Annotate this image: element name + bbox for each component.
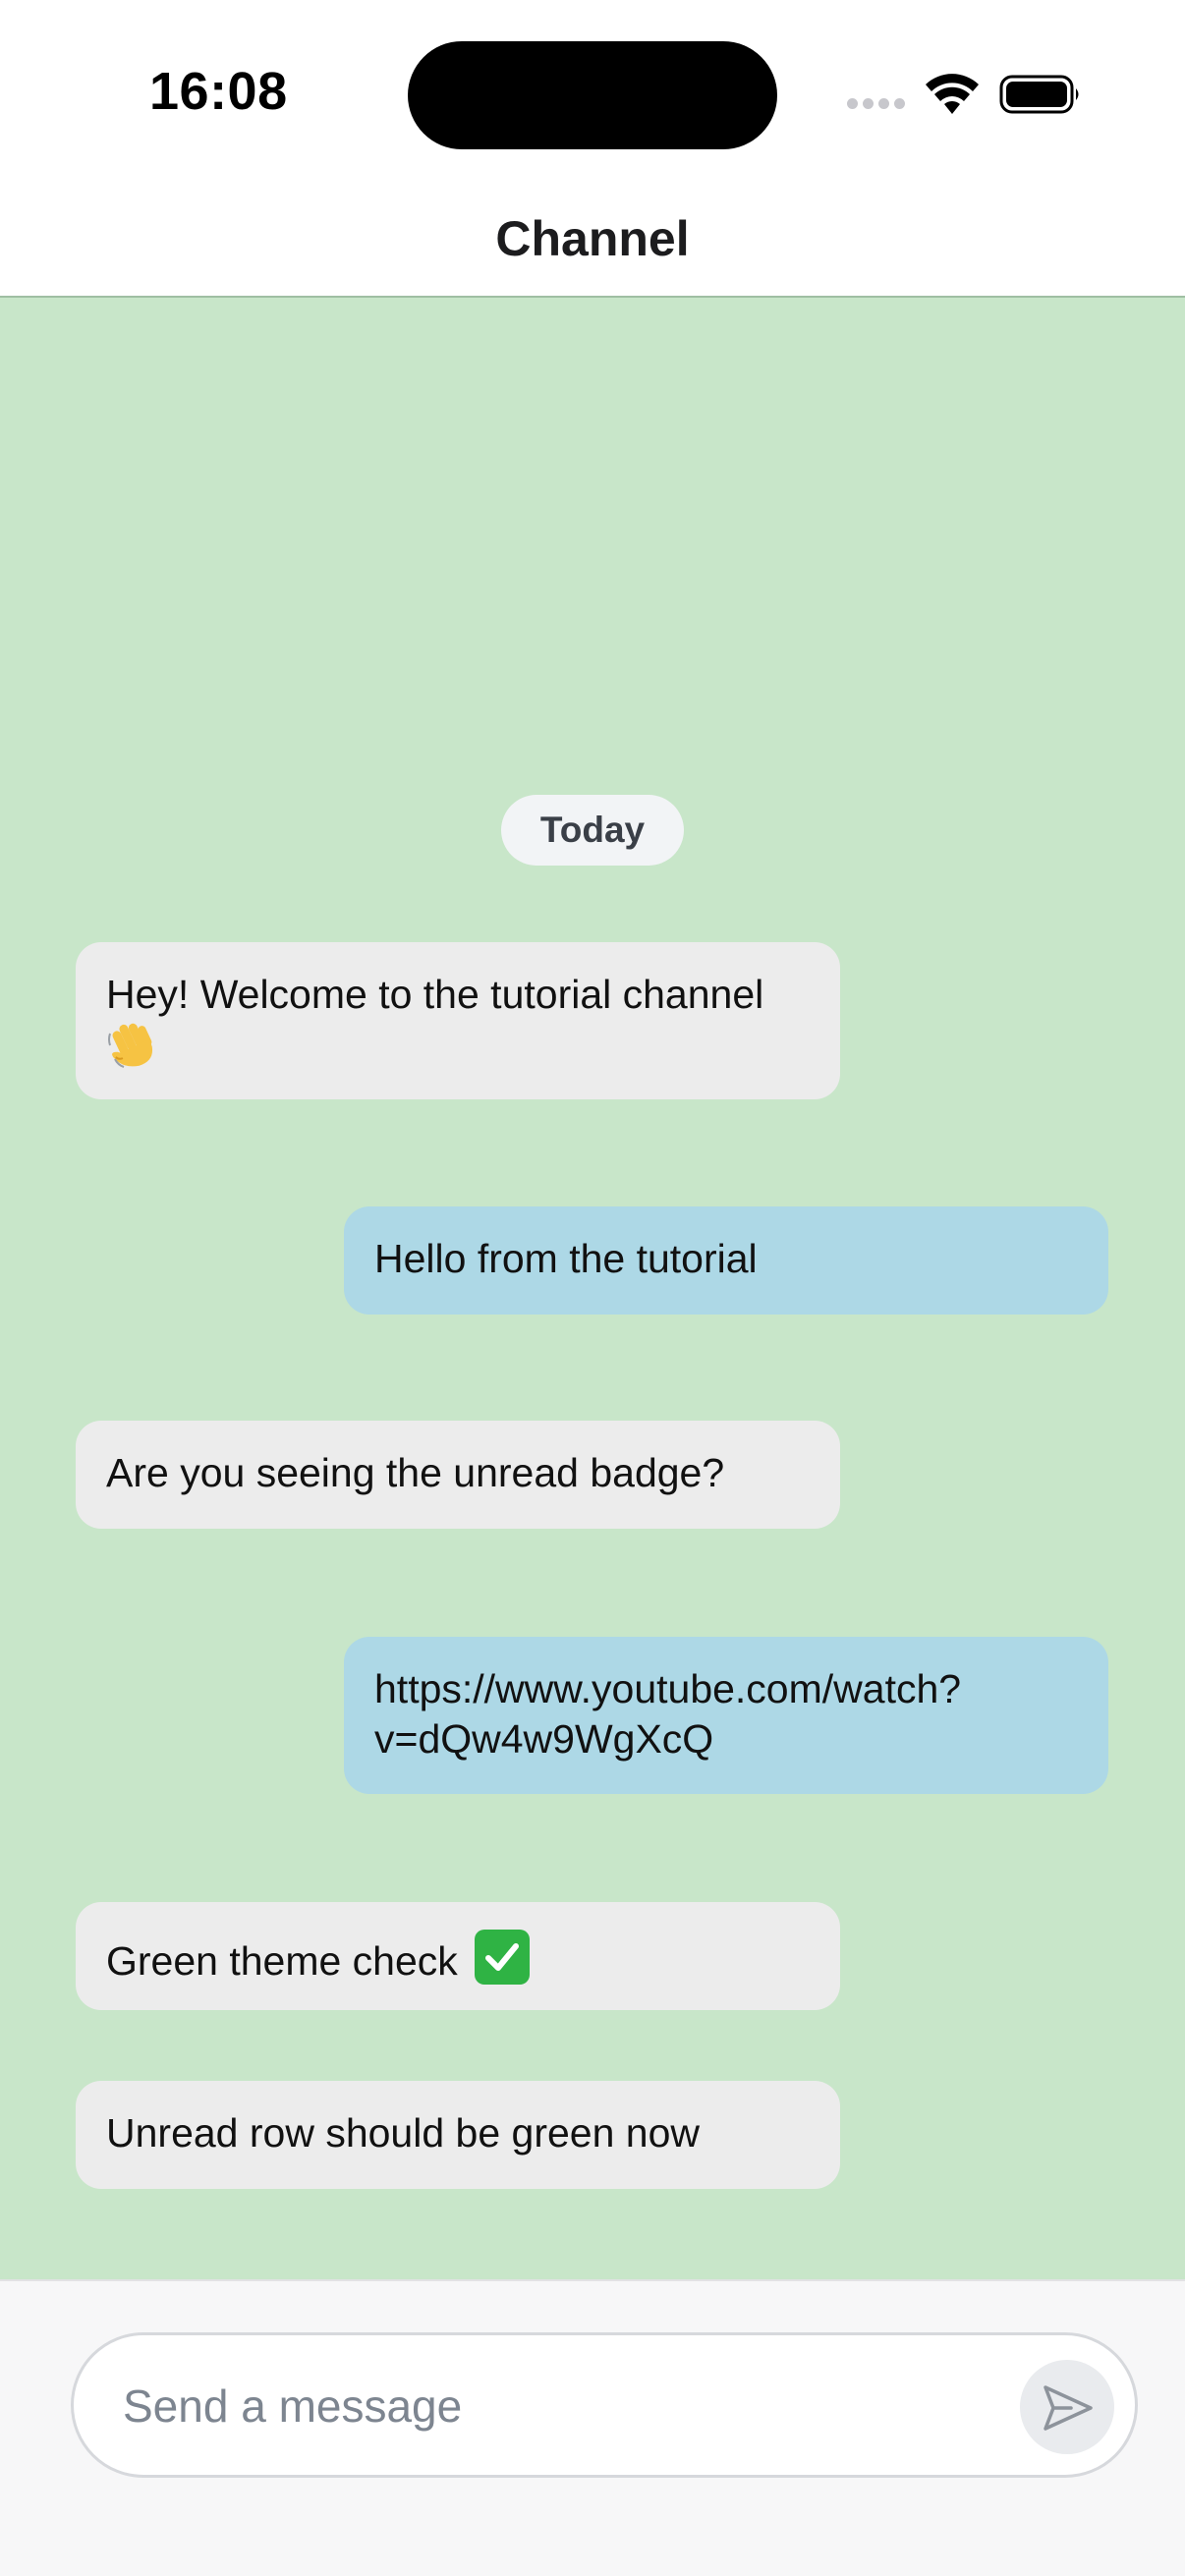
message-text: Are you seeing the unread badge?	[106, 1450, 725, 1495]
send-icon	[1044, 2385, 1093, 2431]
message-text: Unread row should be green now	[106, 2110, 700, 2156]
message-link[interactable]: https://www.youtube.com/watch?	[374, 1666, 961, 1711]
message-bubble-outgoing[interactable]: Hello from the tutorial	[344, 1206, 1108, 1315]
status-bar: 16:08	[0, 0, 1185, 177]
channel-header: Channel	[0, 177, 1185, 298]
message-text: Hello from the tutorial	[374, 1236, 758, 1281]
channel-title: Channel	[495, 211, 690, 266]
date-separator: Today	[501, 795, 684, 866]
message-text: Green theme check	[106, 1938, 458, 1984]
message-bubble-incoming[interactable]: Are you seeing the unread badge?	[76, 1421, 840, 1529]
message-bubble-outgoing[interactable]: https://www.youtube.com/watch? v=dQw4w9W…	[344, 1637, 1108, 1794]
waving-hand-icon	[108, 1023, 153, 1068]
message-link-continued[interactable]: v=dQw4w9WgXcQ	[374, 1716, 713, 1762]
message-list[interactable]: Today Hey! Welcome to the tutorial chann…	[0, 298, 1185, 2279]
dynamic-island	[408, 41, 777, 149]
message-text: Hey! Welcome to the tutorial channel	[106, 972, 764, 1017]
cellular-signal-icon	[847, 98, 908, 112]
message-composer	[0, 2279, 1185, 2576]
battery-icon	[999, 75, 1079, 114]
message-bubble-incoming[interactable]: Unread row should be green now	[76, 2081, 840, 2189]
message-input-field[interactable]	[71, 2332, 1138, 2478]
check-mark-button-icon	[475, 1930, 531, 1985]
status-time: 16:08	[149, 62, 288, 121]
send-button[interactable]	[1020, 2360, 1114, 2454]
chat-screen: 16:08 Channel Today Hey! Welcome to the …	[0, 0, 1185, 2576]
message-bubble-incoming[interactable]: Green theme check	[76, 1902, 840, 2010]
wifi-icon	[926, 74, 979, 114]
message-input[interactable]	[123, 2371, 1007, 2441]
message-bubble-incoming[interactable]: Hey! Welcome to the tutorial channel	[76, 942, 840, 1099]
